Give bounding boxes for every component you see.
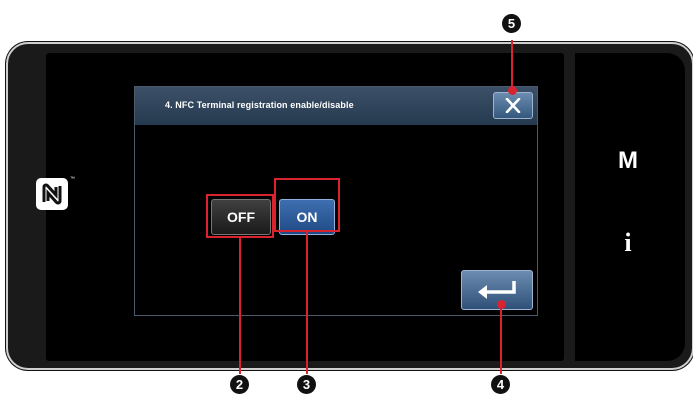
close-icon [505, 98, 521, 113]
callout-badge-3: 3 [297, 375, 316, 394]
side-panel [575, 53, 685, 361]
enter-icon [478, 281, 516, 299]
callout-line-5 [511, 40, 513, 90]
callout-box-off [206, 194, 274, 238]
info-key-button[interactable]: i [608, 228, 648, 258]
callout-line-4 [500, 304, 502, 374]
callout-line-2 [239, 238, 241, 374]
nfc-icon [36, 178, 68, 210]
callout-badge-2: 2 [230, 375, 249, 394]
mode-key-button[interactable]: M [608, 147, 648, 175]
callout-line-3 [306, 232, 308, 374]
callout-badge-5: 5 [502, 14, 521, 33]
callout-badge-4: 4 [491, 375, 510, 394]
callout-box-on [274, 178, 340, 232]
trademark-mark: ™ [70, 176, 75, 182]
dialog-titlebar: 4. NFC Terminal registration enable/disa… [135, 87, 537, 125]
close-button[interactable] [493, 92, 533, 119]
dialog-title: 4. NFC Terminal registration enable/disa… [165, 100, 354, 110]
